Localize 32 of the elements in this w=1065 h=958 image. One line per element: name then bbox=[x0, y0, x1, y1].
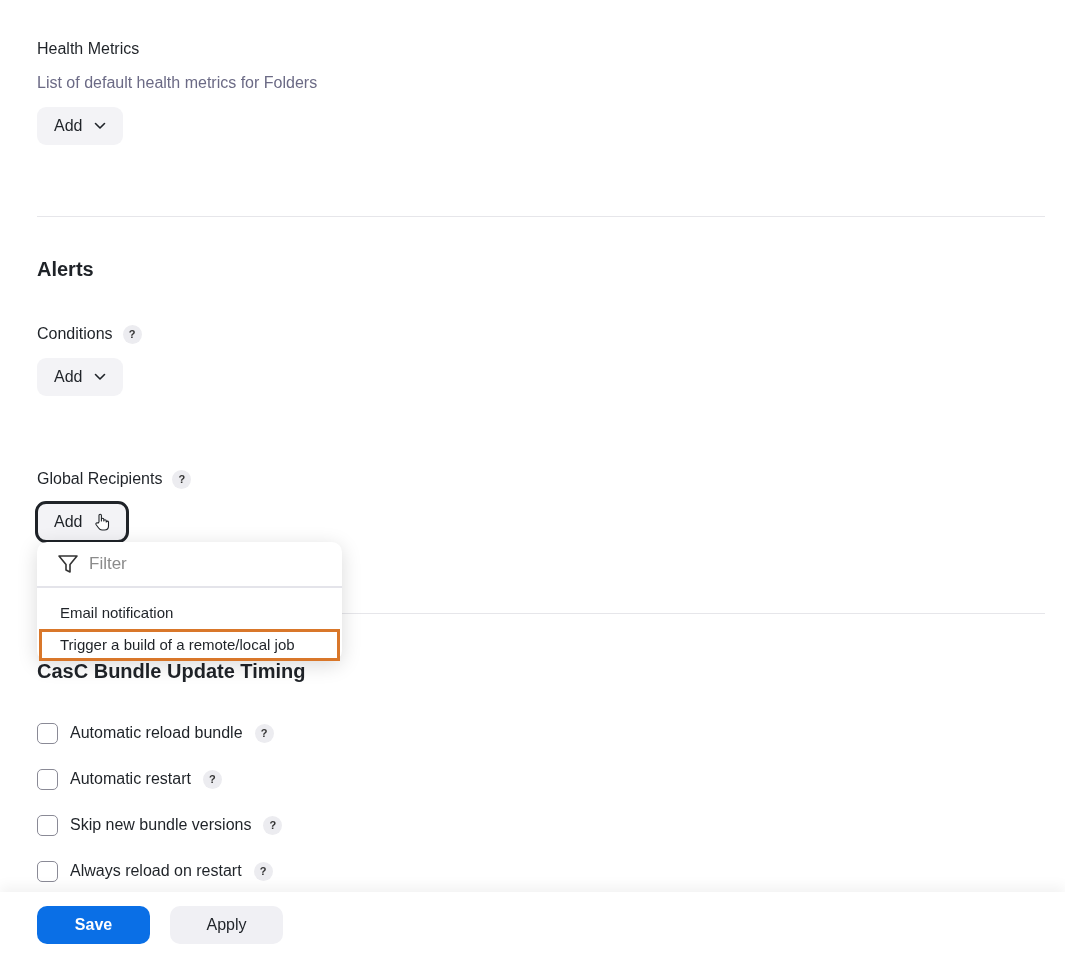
checkbox[interactable] bbox=[37, 722, 58, 744]
add-button[interactable]: Add bbox=[37, 358, 124, 396]
apply-button[interactable]: Apply bbox=[170, 906, 283, 944]
chevron-down-icon bbox=[94, 373, 107, 381]
help-badge[interactable]: ? bbox=[172, 469, 192, 489]
save-button[interactable]: Save bbox=[37, 906, 150, 944]
section-heading: Alerts bbox=[37, 257, 95, 282]
help-badge[interactable]: ? bbox=[263, 815, 283, 835]
help-badge[interactable]: ? bbox=[254, 723, 274, 743]
field-label: Conditions bbox=[37, 324, 113, 344]
help-badge[interactable]: ? bbox=[122, 324, 142, 344]
field-description: List of default health metrics for Folders bbox=[37, 73, 319, 93]
field-label: Health Metrics bbox=[37, 39, 141, 59]
help-badge[interactable]: ? bbox=[253, 861, 273, 881]
section-heading: CasC Bundle Update Timing bbox=[37, 659, 307, 684]
checkbox[interactable] bbox=[37, 814, 58, 836]
hand-cursor-icon bbox=[94, 513, 111, 531]
checkbox-label: Automatic restart bbox=[70, 769, 191, 789]
checkbox-label: Automatic reload bundle bbox=[70, 723, 243, 743]
chevron-down-icon bbox=[94, 122, 107, 130]
checkbox-label: Skip new bundle versions bbox=[70, 815, 252, 835]
checkbox-label: Always reload on restart bbox=[70, 861, 242, 881]
menu-item[interactable]: Trigger a build of a remote/local job bbox=[39, 629, 340, 661]
filter-icon bbox=[57, 553, 79, 575]
menu-item[interactable]: Email notification bbox=[39, 597, 340, 629]
checkbox[interactable] bbox=[37, 860, 58, 882]
filter-field[interactable]: Filter bbox=[89, 551, 319, 577]
field-label: Global Recipients bbox=[37, 469, 163, 489]
help-badge[interactable]: ? bbox=[202, 769, 222, 789]
add-button[interactable]: Add bbox=[37, 503, 128, 541]
add-button[interactable]: Add bbox=[37, 107, 124, 145]
checkbox[interactable] bbox=[37, 768, 58, 790]
